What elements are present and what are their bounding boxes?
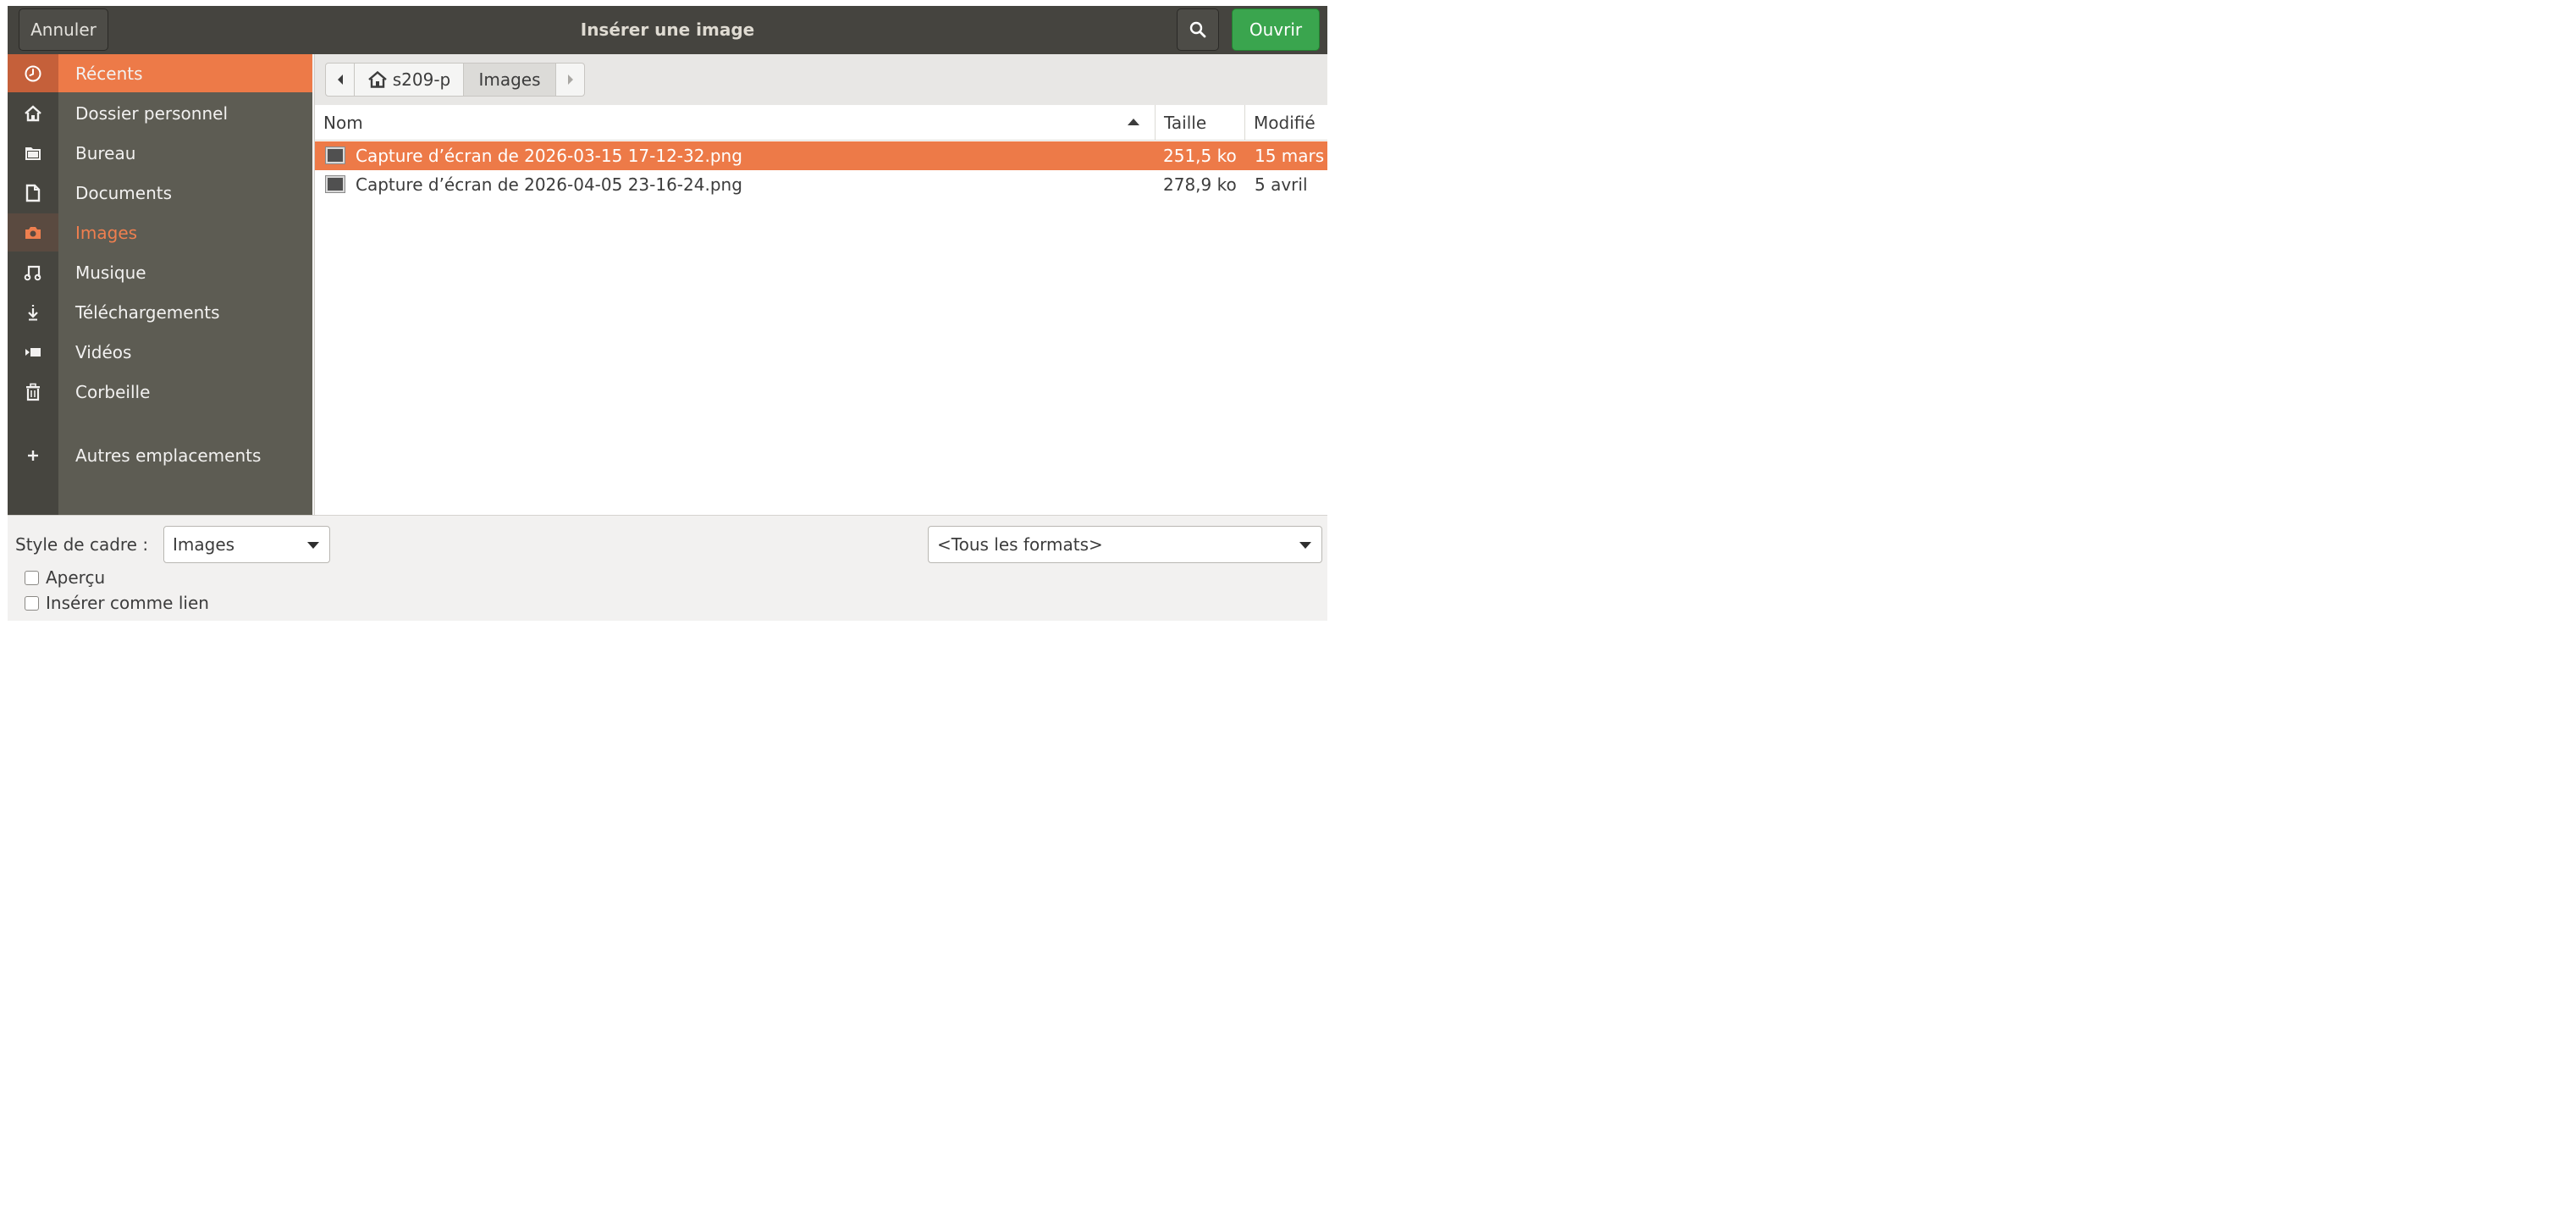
column-header: Nom Taille Modifié bbox=[315, 105, 1327, 141]
home-icon bbox=[8, 94, 58, 132]
document-icon bbox=[8, 174, 58, 212]
preview-checkbox[interactable]: Aperçu bbox=[25, 567, 105, 588]
file-row[interactable]: Capture d’écran de 2026-03-15 17-12-32.p… bbox=[315, 141, 1327, 170]
places-sidebar: Récents Dossier personnel Bureau Documen… bbox=[8, 54, 312, 515]
frame-style-value: Images bbox=[173, 534, 235, 555]
column-modified-header[interactable]: Modifié bbox=[1244, 105, 1327, 141]
file-modified: 15 mars bbox=[1255, 146, 1325, 166]
header-bar: Insérer une image Annuler Ouvrir bbox=[8, 6, 1327, 54]
sidebar-item-home[interactable]: Dossier personnel bbox=[8, 94, 312, 132]
path-home-label: s209-p bbox=[392, 69, 451, 90]
insert-as-link-checkbox-label: Insérer comme lien bbox=[46, 593, 209, 613]
sidebar-item-recent[interactable]: Récents bbox=[8, 54, 312, 92]
cancel-button[interactable]: Annuler bbox=[19, 8, 108, 51]
home-icon bbox=[367, 70, 387, 88]
clock-icon bbox=[8, 54, 58, 92]
search-button[interactable] bbox=[1177, 8, 1219, 51]
sidebar-item-desktop[interactable]: Bureau bbox=[8, 134, 312, 172]
sidebar-item-documents[interactable]: Documents bbox=[8, 174, 312, 212]
path-scroll-right-button[interactable] bbox=[555, 63, 585, 97]
download-icon bbox=[8, 293, 58, 331]
sidebar-item-label: Autres emplacements bbox=[75, 445, 262, 466]
frame-style-label: Style de cadre : bbox=[15, 534, 149, 555]
sidebar-item-images[interactable]: Images bbox=[8, 213, 312, 252]
sidebar-item-other-locations[interactable]: Autres emplacements bbox=[8, 436, 312, 474]
chevron-left-icon bbox=[337, 75, 343, 85]
options-area: Style de cadre : Images <Tous les format… bbox=[8, 515, 1327, 621]
sidebar-item-label: Corbeille bbox=[75, 381, 151, 402]
sidebar-item-label: Documents bbox=[75, 182, 173, 203]
file-name: Capture d’écran de 2026-03-15 17-12-32.p… bbox=[356, 146, 742, 166]
file-format-dropdown[interactable]: <Tous les formats> bbox=[928, 526, 1322, 563]
frame-style-dropdown[interactable]: Images bbox=[163, 526, 330, 563]
sidebar-item-label: Téléchargements bbox=[75, 301, 220, 323]
dialog-title: Insérer une image bbox=[580, 19, 755, 40]
sidebar-item-label: Dossier personnel bbox=[75, 102, 229, 124]
insert-as-link-checkbox[interactable]: Insérer comme lien bbox=[25, 593, 209, 613]
search-icon bbox=[1189, 21, 1206, 38]
plus-icon bbox=[8, 436, 58, 474]
file-size: 251,5 ko bbox=[1163, 146, 1237, 166]
column-name-header[interactable]: Nom bbox=[323, 105, 1145, 141]
preview-checkbox-label: Aperçu bbox=[46, 567, 106, 588]
video-icon bbox=[8, 333, 58, 371]
path-scroll-left-button[interactable] bbox=[325, 63, 355, 97]
sidebar-item-videos[interactable]: Vidéos bbox=[8, 333, 312, 371]
sidebar-item-downloads[interactable]: Téléchargements bbox=[8, 293, 312, 331]
checkbox-box[interactable] bbox=[25, 570, 39, 585]
trash-icon bbox=[8, 373, 58, 411]
file-chooser-dialog: Insérer une image Annuler Ouvrir Récents… bbox=[8, 6, 1327, 621]
file-browser: s209-p Images Nom Taille Modifié Capture… bbox=[314, 54, 1327, 515]
image-file-icon bbox=[326, 147, 345, 163]
sidebar-item-label: Bureau bbox=[75, 142, 136, 163]
file-modified: 5 avril bbox=[1255, 174, 1308, 195]
camera-icon bbox=[8, 213, 58, 252]
chevron-right-icon bbox=[567, 75, 573, 85]
sidebar-item-label: Vidéos bbox=[75, 341, 132, 362]
file-size: 278,9 ko bbox=[1163, 174, 1237, 195]
image-file-icon bbox=[326, 176, 345, 192]
chevron-down-icon bbox=[307, 542, 319, 549]
file-name: Capture d’écran de 2026-04-05 23-16-24.p… bbox=[356, 174, 742, 195]
sort-ascending-icon bbox=[1128, 119, 1139, 125]
sidebar-item-music[interactable]: Musique bbox=[8, 253, 312, 291]
file-row[interactable]: Capture d’écran de 2026-04-05 23-16-24.p… bbox=[315, 170, 1327, 199]
path-bar: s209-p Images bbox=[315, 54, 1327, 105]
column-size-header[interactable]: Taille bbox=[1155, 105, 1244, 141]
sidebar-item-label: Récents bbox=[75, 63, 143, 84]
folder-icon bbox=[8, 134, 58, 172]
sidebar-item-trash[interactable]: Corbeille bbox=[8, 373, 312, 411]
file-format-value: <Tous les formats> bbox=[937, 534, 1103, 555]
music-icon bbox=[8, 253, 58, 291]
path-current-button[interactable]: Images bbox=[463, 63, 556, 97]
checkbox-box[interactable] bbox=[25, 595, 39, 611]
sidebar-item-label: Images bbox=[75, 222, 138, 243]
path-home-button[interactable]: s209-p bbox=[354, 63, 464, 97]
sidebar-item-label: Musique bbox=[75, 262, 146, 283]
chevron-down-icon bbox=[1299, 542, 1311, 549]
open-button[interactable]: Ouvrir bbox=[1232, 8, 1320, 51]
